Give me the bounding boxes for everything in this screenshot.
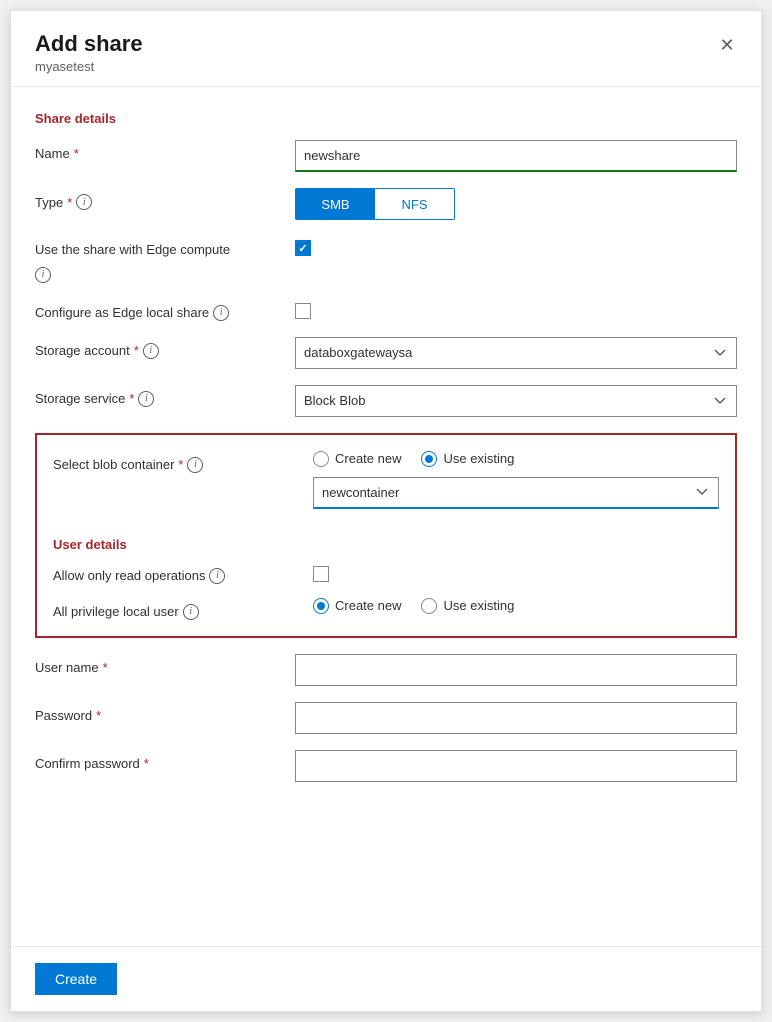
add-share-dialog: Add share myasetest ✕ Share details Name… bbox=[10, 10, 762, 1012]
username-row: User name * bbox=[35, 654, 737, 686]
blob-container-required-star: * bbox=[178, 457, 183, 472]
password-label: Password * bbox=[35, 702, 295, 723]
privilege-use-existing-label: Use existing bbox=[443, 598, 514, 613]
name-input[interactable] bbox=[295, 140, 737, 172]
storage-account-control: databoxgatewaysa bbox=[295, 337, 737, 369]
storage-account-required-star: * bbox=[134, 343, 139, 358]
edge-local-share-control bbox=[295, 299, 737, 319]
blob-create-new-option[interactable]: Create new bbox=[313, 451, 401, 467]
confirm-password-input[interactable] bbox=[295, 750, 737, 782]
type-label: Type * i bbox=[35, 188, 295, 210]
privilege-user-row: All privilege local user i Create new Us… bbox=[53, 598, 719, 620]
storage-service-required-star: * bbox=[129, 391, 134, 406]
blob-use-existing-label: Use existing bbox=[443, 451, 514, 466]
edge-local-share-info-icon[interactable]: i bbox=[213, 305, 229, 321]
blob-use-existing-option[interactable]: Use existing bbox=[421, 451, 514, 467]
confirm-password-label: Confirm password * bbox=[35, 750, 295, 771]
create-button[interactable]: Create bbox=[35, 963, 117, 995]
storage-account-label: Storage account * i bbox=[35, 337, 295, 359]
type-required-star: * bbox=[67, 195, 72, 210]
edge-compute-label: Use the share with Edge compute i bbox=[35, 236, 295, 283]
storage-service-control: Block Blob bbox=[295, 385, 737, 417]
edge-local-share-label: Configure as Edge local share i bbox=[35, 299, 295, 321]
password-required-star: * bbox=[96, 708, 101, 723]
container-dropdown-row: newcontainer bbox=[313, 477, 719, 509]
username-input[interactable] bbox=[295, 654, 737, 686]
type-toggle-group: SMB NFS bbox=[295, 188, 455, 220]
blob-container-info-icon[interactable]: i bbox=[187, 457, 203, 473]
edge-compute-checkbox[interactable] bbox=[295, 240, 311, 256]
type-info-icon[interactable]: i bbox=[76, 194, 92, 210]
password-input[interactable] bbox=[295, 702, 737, 734]
edge-compute-info-icon[interactable]: i bbox=[35, 267, 51, 283]
confirm-password-control bbox=[295, 750, 737, 782]
blob-container-label: Select blob container * i bbox=[53, 451, 313, 473]
allow-read-checkbox[interactable] bbox=[313, 566, 329, 582]
privilege-user-label: All privilege local user i bbox=[53, 598, 313, 620]
privilege-use-existing-radio[interactable] bbox=[421, 598, 437, 614]
blob-container-row: Select blob container * i Create new Use… bbox=[53, 451, 719, 523]
password-control bbox=[295, 702, 737, 734]
highlight-section: Select blob container * i Create new Use… bbox=[35, 433, 737, 638]
smb-toggle-button[interactable]: SMB bbox=[296, 189, 375, 219]
storage-service-select[interactable]: Block Blob bbox=[295, 385, 737, 417]
confirm-password-required-star: * bbox=[144, 756, 149, 771]
username-required-star: * bbox=[103, 660, 108, 675]
type-row: Type * i SMB NFS bbox=[35, 188, 737, 220]
storage-service-label: Storage service * i bbox=[35, 385, 295, 407]
dialog-footer: Create bbox=[11, 946, 761, 1011]
privilege-create-new-radio[interactable] bbox=[313, 598, 329, 614]
name-row: Name * bbox=[35, 140, 737, 172]
privilege-use-existing-option[interactable]: Use existing bbox=[421, 598, 514, 614]
dialog-header: Add share myasetest ✕ bbox=[11, 11, 761, 87]
blob-use-existing-radio[interactable] bbox=[421, 451, 437, 467]
dialog-subtitle: myasetest bbox=[35, 59, 737, 74]
blob-container-radio-group: Create new Use existing bbox=[313, 451, 719, 467]
blob-create-new-label: Create new bbox=[335, 451, 401, 466]
close-button[interactable]: ✕ bbox=[713, 31, 741, 59]
privilege-user-radio-group: Create new Use existing bbox=[313, 598, 719, 614]
storage-service-row: Storage service * i Block Blob bbox=[35, 385, 737, 417]
dialog-title: Add share bbox=[35, 31, 737, 57]
allow-read-label: Allow only read operations i bbox=[53, 562, 313, 584]
edge-local-share-checkbox[interactable] bbox=[295, 303, 311, 319]
share-details-section-label: Share details bbox=[35, 111, 737, 126]
edge-compute-row: Use the share with Edge compute i bbox=[35, 236, 737, 283]
password-row: Password * bbox=[35, 702, 737, 734]
edge-compute-control bbox=[295, 236, 737, 256]
edge-local-share-row: Configure as Edge local share i bbox=[35, 299, 737, 321]
name-required-star: * bbox=[74, 146, 79, 161]
storage-account-info-icon[interactable]: i bbox=[143, 343, 159, 359]
storage-account-select[interactable]: databoxgatewaysa bbox=[295, 337, 737, 369]
user-details-section-label: User details bbox=[53, 537, 719, 552]
name-label: Name * bbox=[35, 140, 295, 161]
allow-read-control bbox=[313, 562, 719, 582]
nfs-toggle-button[interactable]: NFS bbox=[375, 189, 454, 219]
blob-create-new-radio[interactable] bbox=[313, 451, 329, 467]
privilege-user-info-icon[interactable]: i bbox=[183, 604, 199, 620]
confirm-password-row: Confirm password * bbox=[35, 750, 737, 782]
privilege-create-new-option[interactable]: Create new bbox=[313, 598, 401, 614]
username-control bbox=[295, 654, 737, 686]
type-control: SMB NFS bbox=[295, 188, 737, 220]
container-select[interactable]: newcontainer bbox=[313, 477, 719, 509]
storage-service-info-icon[interactable]: i bbox=[138, 391, 154, 407]
username-label: User name * bbox=[35, 654, 295, 675]
privilege-user-control: Create new Use existing bbox=[313, 598, 719, 614]
name-control bbox=[295, 140, 737, 172]
dialog-body: Share details Name * Type * i SMB NFS bbox=[11, 87, 761, 946]
blob-container-control: Create new Use existing newcontainer bbox=[313, 451, 719, 523]
allow-read-info-icon[interactable]: i bbox=[209, 568, 225, 584]
privilege-create-new-label: Create new bbox=[335, 598, 401, 613]
storage-account-row: Storage account * i databoxgatewaysa bbox=[35, 337, 737, 369]
allow-read-row: Allow only read operations i bbox=[53, 562, 719, 584]
